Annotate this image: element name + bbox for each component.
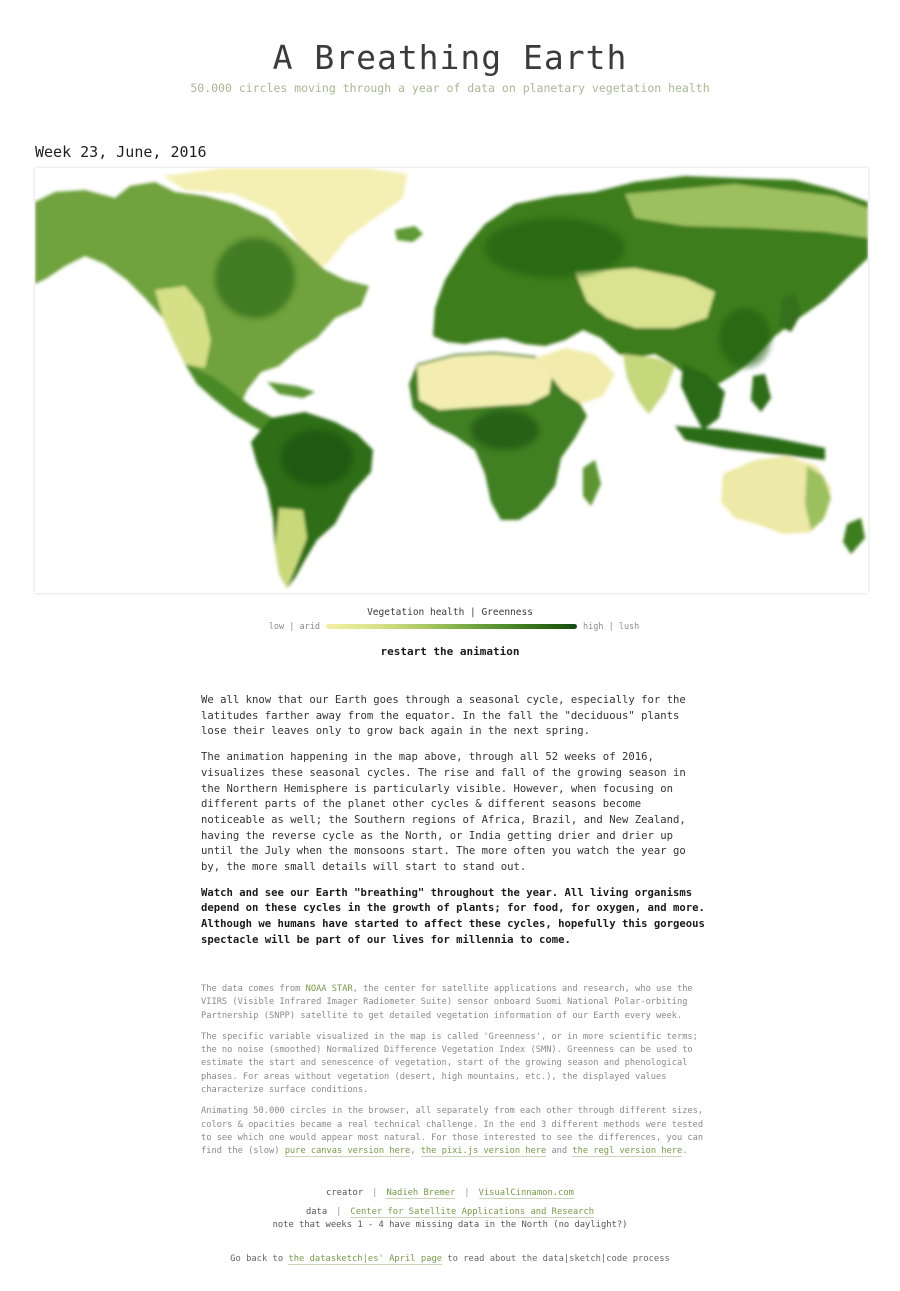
intro-paragraph-1: We all know that our Earth goes through … xyxy=(201,694,686,738)
week-label: Week 23, June, 2016 xyxy=(35,143,207,161)
restart-animation-button[interactable]: restart the animation xyxy=(0,645,900,658)
creator-site-link[interactable]: VisualCinnamon.com xyxy=(478,1188,574,1199)
datasketches-april-link[interactable]: the datasketch|es' April page xyxy=(288,1254,443,1265)
legend-color-bar xyxy=(326,624,577,629)
notes-section: The data comes from NOAA STAR, the cente… xyxy=(201,983,711,1167)
amazon-dense xyxy=(281,430,353,486)
note-variable: The specific variable visualized in the … xyxy=(201,1031,698,1096)
new-zealand xyxy=(843,518,865,554)
caribbean-islands xyxy=(267,382,315,398)
noaa-star-link[interactable]: NOAA STAR xyxy=(306,984,353,994)
indonesia-islands xyxy=(675,426,825,460)
legend-high-label: high | lush xyxy=(583,622,640,632)
intro-text: We all know that our Earth goes through … xyxy=(201,693,706,959)
page-title: A Breathing Earth xyxy=(272,38,628,77)
divider: | xyxy=(372,1188,378,1198)
creator-label: creator xyxy=(326,1188,364,1198)
note-data-source: The data comes from NOAA STAR, the cente… xyxy=(201,983,711,1023)
data-label: data xyxy=(305,1207,328,1217)
missing-data-note: note that weeks 1 - 4 have missing data … xyxy=(272,1220,628,1230)
siberia-dense xyxy=(485,218,625,278)
data-source-link[interactable]: Center for Satellite Applications and Re… xyxy=(350,1207,595,1218)
iceland xyxy=(395,226,423,242)
philippines-islands xyxy=(751,374,771,412)
world-map-svg xyxy=(35,168,868,588)
regl-version-link[interactable]: the regl version here xyxy=(572,1146,683,1158)
intro-paragraph-2: The animation happening in the map above… xyxy=(201,751,686,874)
legend-title: Vegetation health | Greenness xyxy=(367,607,533,618)
page-subtitle: 50.000 circles moving through a year of … xyxy=(190,81,710,95)
china-east-dense xyxy=(719,308,771,368)
note-3-sep: , xyxy=(410,1146,421,1157)
australia-east-coast xyxy=(805,466,831,530)
south-america-south xyxy=(275,508,307,588)
canvas-version-link[interactable]: pure canvas version here xyxy=(284,1146,411,1158)
note-3-and: and xyxy=(546,1146,573,1157)
legend-low-label: low | arid xyxy=(268,622,320,632)
note-3-end: . xyxy=(682,1146,688,1157)
pixi-version-link[interactable]: the pixi.js version here xyxy=(420,1146,547,1158)
credits: creator | Nadieh Bremer | VisualCinnamon.com… xyxy=(0,1187,900,1232)
vegetation-map xyxy=(35,168,868,593)
divider: | xyxy=(336,1207,342,1217)
note-1-text: The data comes from xyxy=(201,984,306,994)
sahara-desert xyxy=(417,354,553,410)
madagascar xyxy=(583,460,601,506)
creator-row: creator | Nadieh Bremer | VisualCinnamon.com xyxy=(0,1187,900,1200)
canada-dense xyxy=(215,238,295,318)
note-technical: Animating 50.000 circles in the browser,… xyxy=(201,1105,711,1158)
data-row: data | Center for Satellite Applications a… xyxy=(0,1206,900,1219)
footer-text: Go back to xyxy=(230,1254,289,1264)
intro-paragraph-3: Watch and see our Earth "breathing" thro… xyxy=(201,886,705,946)
footer-text-end: to read about the data|sketch|code proce… xyxy=(442,1254,670,1264)
divider: | xyxy=(464,1188,470,1198)
india-land xyxy=(623,354,675,414)
creator-name-link[interactable]: Nadieh Bremer xyxy=(386,1188,456,1199)
footer: Go back to the datasketch|es' April page… xyxy=(0,1254,900,1265)
congo-dense xyxy=(471,410,539,450)
